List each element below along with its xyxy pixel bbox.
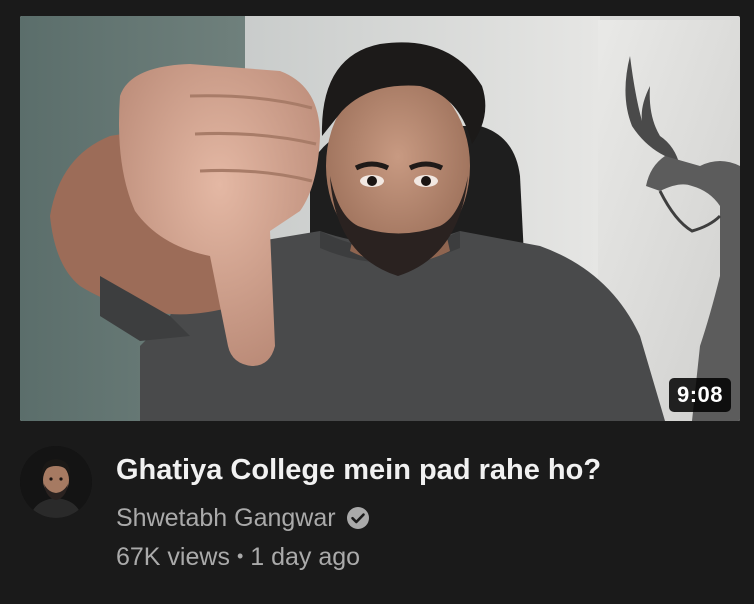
duration-badge: 9:08 xyxy=(668,378,731,412)
video-stats: 67K views • 1 day ago xyxy=(116,542,360,574)
verified-check-icon xyxy=(346,506,370,530)
avatar-image xyxy=(20,446,92,518)
view-count: 67K views xyxy=(116,543,230,571)
channel-name: Shwetabh Gangwar xyxy=(116,504,336,532)
channel-avatar[interactable] xyxy=(20,446,92,518)
video-title[interactable]: Ghatiya College mein pad rahe ho? xyxy=(116,452,601,488)
thumbnail-image xyxy=(20,16,740,421)
separator-dot: • xyxy=(236,546,244,566)
channel-link[interactable]: Shwetabh Gangwar xyxy=(116,503,370,533)
video-details: Ghatiya College mein pad rahe ho? Shweta… xyxy=(20,446,734,586)
video-card: 9:08 Ghatiya College mein pad rahe ho? S… xyxy=(0,0,754,604)
upload-age: 1 day ago xyxy=(250,543,361,571)
video-thumbnail[interactable]: 9:08 xyxy=(20,16,740,421)
